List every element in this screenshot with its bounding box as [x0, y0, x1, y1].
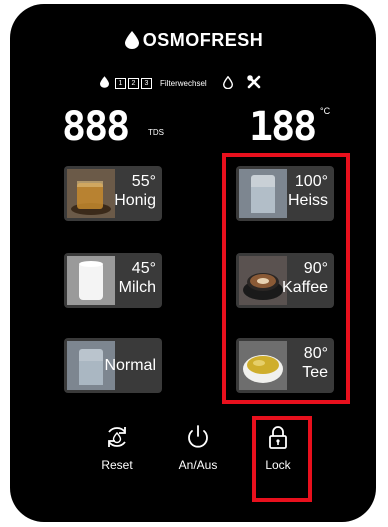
milk-glass-image	[67, 256, 115, 305]
tools-icon	[246, 75, 261, 91]
brand-name: OSMOFRESH	[142, 30, 264, 50]
preset-label: Milch	[118, 279, 156, 296]
preset-button-milch[interactable]: 45° Milch	[64, 253, 162, 308]
brand-logo: OSMOFRESH	[0, 30, 388, 54]
preset-temp: 55°	[131, 173, 156, 190]
reset-icon	[108, 427, 126, 447]
power-label: An/Aus	[178, 458, 218, 472]
water-drop-icon	[124, 31, 139, 54]
lock-button[interactable]: Lock	[243, 424, 313, 472]
filter-change-label: Filterwechsel	[160, 78, 207, 88]
preset-button-honig[interactable]: 55° Honig	[64, 166, 162, 221]
filter-box-3: 3	[141, 77, 152, 89]
lock-label: Lock	[265, 458, 291, 472]
highlight-hot-presets	[222, 153, 350, 404]
reset-label: Reset	[101, 458, 133, 472]
filter-box-1: 1	[115, 77, 126, 89]
preset-label: Normal	[104, 357, 156, 374]
filter-box-2: 2	[128, 77, 139, 89]
preset-label: Honig	[114, 192, 156, 209]
lock-icon	[269, 426, 287, 449]
preset-button-normal[interactable]: Normal	[64, 338, 162, 393]
reset-button[interactable]: Reset	[82, 424, 152, 472]
power-icon	[188, 425, 208, 448]
preset-temp: 45°	[131, 260, 156, 277]
power-button[interactable]: An/Aus	[163, 424, 233, 472]
water-drop-icon	[100, 76, 109, 90]
tds-unit: TDS	[148, 128, 164, 137]
filter-indicators: 123	[115, 77, 154, 89]
tea-glass-image	[67, 169, 115, 218]
tds-display: 888	[62, 104, 130, 150]
temperature-display: 188	[249, 104, 317, 150]
status-bar: 123 Filterwechsel	[100, 74, 261, 92]
temperature-unit: °C	[320, 106, 331, 116]
water-drop-outline-icon	[222, 75, 233, 91]
